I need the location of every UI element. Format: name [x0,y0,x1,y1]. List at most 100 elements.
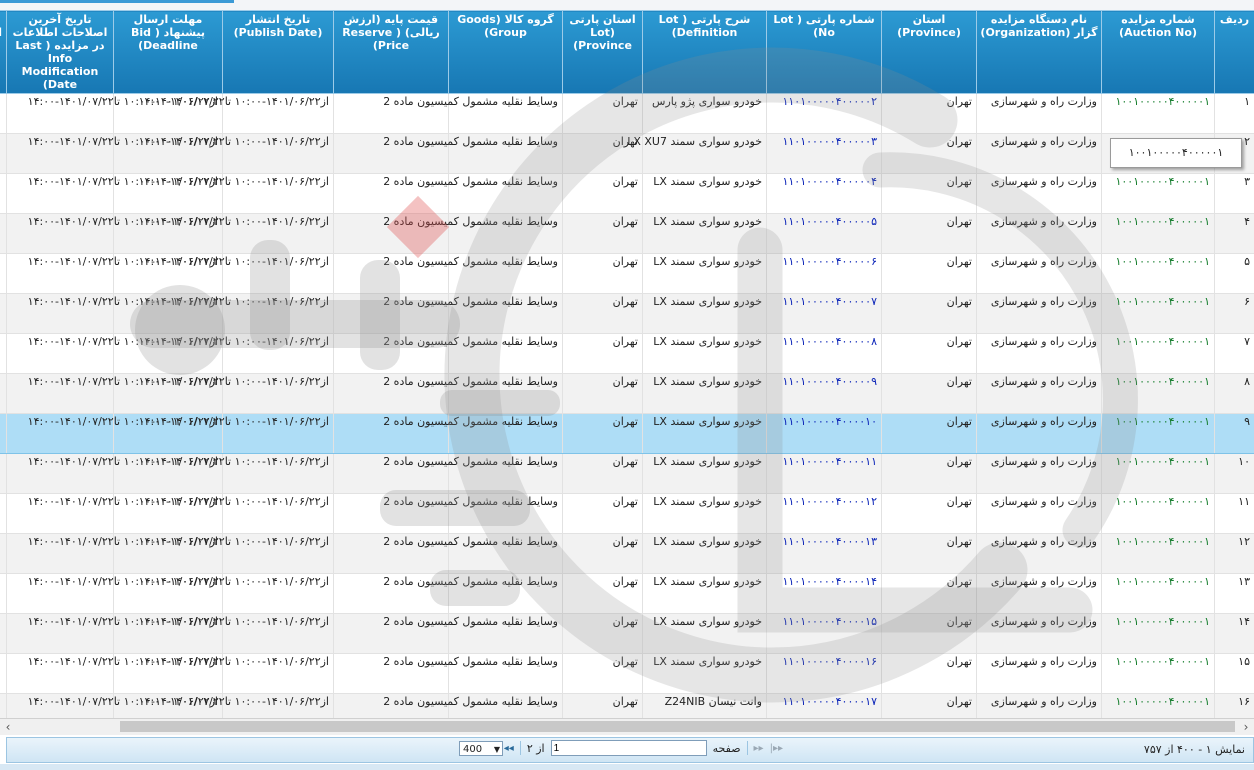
cell-lot-no[interactable]: ۱۱۰۱۰۰۰۰۰۴۰۰۰۰۰۶ [766,253,882,294]
table-row[interactable]: ۷ ۱۰۰۱۰۰۰۰۰۴۰۰۰۰۰۱ وزارت راه و شهرسازی تهرا… [0,333,1254,374]
cell-auction-no[interactable]: ۱۰۰۱۰۰۰۰۰۴۰۰۰۰۰۱ [1101,653,1215,694]
cell-bid-deadline: از۱۴۰۱/۰۶/۲۲-۱۰:۰۰ تا۱۴۰۱/۰۷/۲۲-۱۴:۰۰ [28,533,223,574]
next-page-icon[interactable]: ◂◂ [504,743,514,754]
cell-province: تهران [881,293,977,334]
table-row[interactable]: ۱۳ ۱۰۰۱۰۰۰۰۰۴۰۰۰۰۰۱ وزارت راه و شهرسازی تهر… [0,573,1254,614]
table-row[interactable]: ۱۴ ۱۰۰۱۰۰۰۰۰۴۰۰۰۰۰۱ وزارت راه و شهرسازی تهر… [0,613,1254,654]
cell-province: تهران [881,653,977,694]
cell-lot-province: تهران [562,373,643,414]
column-header-goods-group[interactable]: گروه کالا (Goods Group) [448,10,563,94]
cell-lot-no[interactable]: ۱۱۰۱۰۰۰۰۰۴۰۰۰۰۱۲ [766,493,882,534]
column-header-row[interactable]: ردیف [1214,10,1254,94]
cell-lot-no[interactable]: ۱۱۰۱۰۰۰۰۰۴۰۰۰۰۱۰ [766,413,882,454]
table-row[interactable]: ۹ ۱۰۰۱۰۰۰۰۰۴۰۰۰۰۰۱ وزارت راه و شهرسازی تهرا… [0,413,1254,454]
cell-lot-no[interactable]: ۱۱۰۱۰۰۰۰۰۴۰۰۰۰۰۹ [766,373,882,414]
cell-publish-date: از۱۴۰۱/۰۶/۲۲-۱۰:۰۰ تا۱۴۰۱/۰۷/۲۲-۱۴:۰۰ [139,453,334,494]
table-row[interactable]: ۱۵ ۱۰۰۱۰۰۰۰۰۴۰۰۰۰۰۱ وزارت راه و شهرسازی تهر… [0,653,1254,694]
cell-lot-no[interactable]: ۱۱۰۱۰۰۰۰۰۴۰۰۰۰۱۶ [766,653,882,694]
cell-goods-group: وسایط نقلیه مشمول کمیسیون ماده 2 [383,373,563,414]
cell-auction-no[interactable]: ۱۰۰۱۰۰۰۰۰۴۰۰۰۰۰۱ [1101,93,1215,134]
scroll-thumb[interactable] [120,721,1235,732]
page-size-value: 400 [463,744,483,755]
cell-organization: وزارت راه و شهرسازی [976,373,1102,414]
cell-auction-no[interactable]: ۱۰۰۱۰۰۰۰۰۴۰۰۰۰۰۱ [1101,533,1215,574]
cell-auction-no[interactable]: ۱۰۰۱۰۰۰۰۰۴۰۰۰۰۰۱ [1101,453,1215,494]
cell-lot-no[interactable]: ۱۱۰۱۰۰۰۰۰۴۰۰۰۰۰۸ [766,333,882,374]
page-number-input[interactable] [550,740,707,756]
column-header-organization[interactable]: نام دستگاه مزایده گزار (Organization) [976,10,1102,94]
table-row[interactable]: ۵ ۱۰۰۱۰۰۰۰۰۴۰۰۰۰۰۱ وزارت راه و شهرسازی تهرا… [0,253,1254,294]
cell-auction-no[interactable]: ۱۰۰۱۰۰۰۰۰۴۰۰۰۰۰۱ [1101,333,1215,374]
column-header-extra[interactable]: تا اس [0,10,7,94]
cell-organization: وزارت راه و شهرسازی [976,93,1102,134]
cell-definition: خودرو سواری سمند LX [642,173,767,214]
cell-auction-no[interactable]: ۱۰۰۱۰۰۰۰۰۴۰۰۰۰۰۱ [1101,613,1215,654]
cell-province: تهران [881,133,977,174]
cell-lot-no[interactable]: ۱۱۰۱۰۰۰۰۰۴۰۰۰۰۰۲ [766,93,882,134]
page-label: صفحه [712,741,741,755]
cell-publish-date: از۱۴۰۱/۰۶/۲۲-۱۰:۰۰ تا۱۴۰۱/۰۷/۲۲-۱۴:۰۰ [139,213,334,254]
table-row[interactable]: ۲۱۰۰۱۰۰۰۰۰۴۰۰۰۰۰۱وزارت راه و شهرسازیتهرا… [0,133,1254,174]
scroll-right-icon[interactable]: › [1238,719,1254,735]
scroll-left-icon[interactable]: ‹ [0,719,16,735]
cell-auction-no[interactable]: ۱۰۰۱۰۰۰۰۰۴۰۰۰۰۰۱ [1101,213,1215,254]
cell-bid-deadline: از۱۴۰۱/۰۶/۲۲-۱۰:۰۰ تا۱۴۰۱/۰۷/۲۲-۱۴:۰۰ [28,173,223,214]
cell-lot-no[interactable]: ۱۱۰۱۰۰۰۰۰۴۰۰۰۰۱۴ [766,573,882,614]
first-page-icon[interactable]: ▸▸| [770,743,783,754]
cell-auction-no[interactable]: ۱۰۰۱۰۰۰۰۰۴۰۰۰۰۰۱ [1101,253,1215,294]
column-header-publish-date[interactable]: تاریخ انتشار (Publish Date) [222,10,334,94]
cell-auction-no[interactable]: ۱۰۰۱۰۰۰۰۰۴۰۰۰۰۰۱ [1101,693,1215,718]
cell-auction-no[interactable]: ۱۰۰۱۰۰۰۰۰۴۰۰۰۰۰۱ [1101,573,1215,614]
cell-lot-no[interactable]: ۱۱۰۱۰۰۰۰۰۴۰۰۰۰۰۷ [766,293,882,334]
cell-lot-no[interactable]: ۱۱۰۱۰۰۰۰۰۴۰۰۰۰۱۵ [766,613,882,654]
table-row[interactable]: ۸ ۱۰۰۱۰۰۰۰۰۴۰۰۰۰۰۱ وزارت راه و شهرسازی تهرا… [0,373,1254,414]
horizontal-scrollbar[interactable]: ‹ › [0,718,1254,735]
table-row[interactable]: ۱۱ ۱۰۰۱۰۰۰۰۰۴۰۰۰۰۰۱ وزارت راه و شهرسازی تهر… [0,493,1254,534]
cell-lot-no[interactable]: ۱۱۰۱۰۰۰۰۰۴۰۰۰۰۰۴ [766,173,882,214]
cell-publish-date: از۱۴۰۱/۰۶/۲۲-۱۰:۰۰ تا۱۴۰۱/۰۷/۲۲-۱۴:۰۰ [139,253,334,294]
cell-lot-no[interactable]: ۱۱۰۱۰۰۰۰۰۴۰۰۰۰۱۳ [766,533,882,574]
cell-auction-no[interactable]: ۱۰۰۱۰۰۰۰۰۴۰۰۰۰۰۱ [1101,293,1215,334]
cell-extra [0,373,7,414]
cell-definition: خودرو سواری سمند LX [642,253,767,294]
cell-extra [0,533,7,574]
page-controls: ▸▸| ▸▸ صفحه از ۲ ◂◂ |◂ [489,740,783,756]
cell-auction-no[interactable]: ۱۰۰۱۰۰۰۰۰۴۰۰۰۰۰۱ [1101,373,1215,414]
cell-lot-no[interactable]: ۱۱۰۱۰۰۰۰۰۴۰۰۰۰۰۵ [766,213,882,254]
table-row[interactable]: ۱۶ ۱۰۰۱۰۰۰۰۰۴۰۰۰۰۰۱ وزارت راه و شهرسازی تهر… [0,693,1254,718]
column-header-definition[interactable]: شرح پارتی ( Lot Definition) [642,10,767,94]
cell-goods-group: وسایط نقلیه مشمول کمیسیون ماده 2 [383,213,563,254]
table-row[interactable]: ۱۲ ۱۰۰۱۰۰۰۰۰۴۰۰۰۰۰۱ وزارت راه و شهرسازی تهر… [0,533,1254,574]
page-size-select[interactable]: 400 ▼ [459,741,503,756]
column-header-lot-no[interactable]: شماره پارتی ( Lot No) [766,10,882,94]
cell-publish-date: از۱۴۰۱/۰۶/۲۲-۱۰:۰۰ تا۱۴۰۱/۰۷/۲۲-۱۴:۰۰ [139,413,334,454]
cell-auction-no[interactable]: ۱۰۰۱۰۰۰۰۰۴۰۰۰۰۰۱ [1101,173,1215,214]
cell-goods-group: وسایط نقلیه مشمول کمیسیون ماده 2 [383,293,563,334]
cell-lot-no[interactable]: ۱۱۰۱۰۰۰۰۰۴۰۰۰۰۱۱ [766,453,882,494]
cell-auction-no[interactable]: ۱۰۰۱۰۰۰۰۰۴۰۰۰۰۰۱ [1101,493,1215,534]
prev-page-icon[interactable]: ▸▸ [754,743,764,754]
column-header-auction-no[interactable]: شماره مزایده (Auction No) [1101,10,1215,94]
cell-organization: وزارت راه و شهرسازی [976,573,1102,614]
table-row[interactable]: ۴ ۱۰۰۱۰۰۰۰۰۴۰۰۰۰۰۱ وزارت راه و شهرسازی تهرا… [0,213,1254,254]
cell-province: تهران [881,493,977,534]
table-row[interactable]: ۱ ۱۰۰۱۰۰۰۰۰۴۰۰۰۰۰۱ وزارت راه و شهرسازی تهرا… [0,93,1254,134]
column-header-province[interactable]: استان (Province) [881,10,977,94]
cell-lot-province: تهران [562,93,643,134]
cell-lot-no[interactable]: ۱۱۰۱۰۰۰۰۰۴۰۰۰۰۰۳ [766,133,882,174]
cell-lot-no[interactable]: ۱۱۰۱۰۰۰۰۰۴۰۰۰۰۱۷ [766,693,882,718]
cell-definition: خودرو سواری سمند LX [642,213,767,254]
cell-auction-no[interactable]: ۱۰۰۱۰۰۰۰۰۴۰۰۰۰۰۱ [1101,413,1215,454]
cell-publish-date: از۱۴۰۱/۰۶/۲۲-۱۰:۰۰ تا۱۴۰۱/۰۷/۲۲-۱۴:۰۰ [139,333,334,374]
table-row[interactable]: ۳ ۱۰۰۱۰۰۰۰۰۴۰۰۰۰۰۱ وزارت راه و شهرسازی تهرا… [0,173,1254,214]
column-header-last-mod[interactable]: تاریخ آخرین اصلاحات اطلاعات در مزایده ( … [6,10,114,94]
table-row[interactable]: ۶ ۱۰۰۱۰۰۰۰۰۴۰۰۰۰۰۱ وزارت راه و شهرسازی تهرا… [0,293,1254,334]
column-header-lot-province[interactable]: استان پارتی (Lot Province) [562,10,643,94]
table-row[interactable]: ۱۰ ۱۰۰۱۰۰۰۰۰۴۰۰۰۰۰۱ وزارت راه و شهرسازی تهر… [0,453,1254,494]
cell-definition: خودرو سواری سمند LX [642,573,767,614]
cell-province: تهران [881,413,977,454]
cell-organization: وزارت راه و شهرسازی [976,693,1102,718]
column-header-bid-deadline[interactable]: مهلت ارسال پیشنهاد ( Bid Deadline) [113,10,223,94]
column-header-reserve-price[interactable]: قیمت پایه (ارزش ریالی) ( Reserve Price) [333,10,449,94]
cell-goods-group: وسایط نقلیه مشمول کمیسیون ماده 2 [383,133,563,174]
